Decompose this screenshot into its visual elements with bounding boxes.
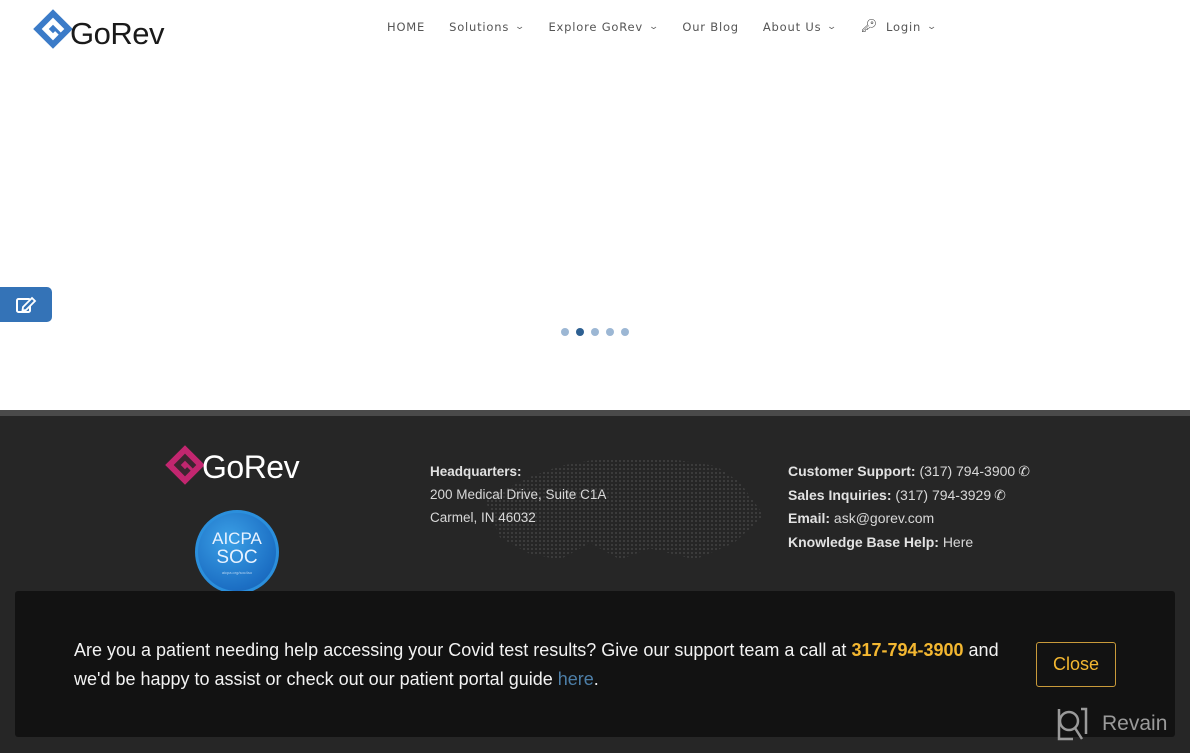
sales-phone[interactable]: (317) 794-3929: [895, 487, 991, 503]
chevron-down-icon: ⌄: [926, 21, 939, 32]
logo-text: GoRev: [70, 16, 164, 51]
banner-message: Are you a patient needing help accessing…: [74, 636, 1004, 694]
close-button[interactable]: Close: [1036, 642, 1116, 687]
gorev-logo-icon: [165, 444, 205, 485]
nav-login[interactable]: 🔑︎ Login ⌄: [861, 19, 937, 34]
customer-support-row: Customer Support: (317) 794-3900 ✆: [788, 460, 1030, 484]
nav-blog-label: Our Blog: [682, 19, 739, 34]
carousel-dot[interactable]: [561, 328, 569, 336]
nav-solutions[interactable]: Solutions ⌄: [449, 19, 527, 34]
banner-text-end: .: [593, 669, 599, 689]
email-row: Email: ask@gorev.com: [788, 507, 1030, 531]
carousel-dot[interactable]: [621, 328, 629, 336]
kb-link[interactable]: Here: [943, 534, 973, 550]
badge-line2: SOC: [216, 546, 258, 568]
contact-block: Customer Support: (317) 794-3900 ✆ Sales …: [788, 460, 1030, 554]
sales-label: Sales Inquiries:: [788, 486, 892, 503]
hero-slider: [0, 60, 1190, 410]
main-nav: HOME Solutions ⌄ Explore GoRev ⌄ Our Blog …: [387, 19, 960, 34]
banner-phone[interactable]: 317-794-3900: [851, 640, 963, 660]
patient-portal-guide-link[interactable]: here: [558, 669, 594, 689]
nav-about-us[interactable]: About Us ⌄: [763, 20, 837, 34]
hq-label: Headquarters:: [430, 464, 522, 479]
badge-line1: AICPA: [212, 528, 262, 548]
nav-home-label: HOME: [387, 19, 426, 34]
knowledge-base-row: Knowledge Base Help: Here: [788, 531, 1030, 555]
carousel-dot[interactable]: [591, 328, 599, 336]
gorev-logo-icon: [33, 9, 73, 49]
nav-about-label: About Us: [762, 19, 822, 34]
revain-logo-icon: [1057, 707, 1088, 741]
footer-logo[interactable]: GoRev: [165, 443, 300, 486]
chevron-down-icon: ⌄: [514, 21, 527, 32]
headquarters-block: Headquarters: 200 Medical Drive, Suite C…: [430, 460, 606, 529]
revain-watermark: Revain: [1055, 706, 1167, 742]
header: GoRev HOME Solutions ⌄ Explore GoRev ⌄ Our…: [0, 0, 1190, 60]
logo[interactable]: GoRev: [33, 6, 164, 52]
carousel-dot[interactable]: [606, 328, 614, 336]
hq-address-line1: 200 Medical Drive, Suite C1A: [430, 487, 607, 502]
chevron-down-icon: ⌄: [648, 21, 661, 32]
nav-home[interactable]: HOME: [387, 20, 425, 34]
support-label: Customer Support:: [788, 463, 916, 479]
footer-logo-text: GoRev: [202, 449, 300, 485]
carousel-dots: [561, 328, 636, 336]
feedback-button[interactable]: [0, 287, 52, 322]
carousel-dot-active[interactable]: [576, 328, 584, 336]
page: GoRev HOME Solutions ⌄ Explore GoRev ⌄ Our…: [0, 0, 1190, 753]
email-label: Email:: [788, 510, 831, 526]
email-link[interactable]: ask@gorev.com: [834, 510, 934, 526]
aicpa-soc-badge[interactable]: AICPA SOC aicpa.org/soc4so: [195, 510, 279, 594]
covid-notice-banner: Are you a patient needing help accessing…: [15, 591, 1175, 737]
hq-address-line2: Carmel, IN 46032: [430, 510, 536, 525]
phone-outgoing-icon[interactable]: ✆: [994, 487, 1006, 503]
chevron-down-icon: ⌄: [826, 21, 839, 32]
key-icon: 🔑︎: [860, 19, 879, 34]
edit-icon: [16, 296, 37, 313]
nav-login-label: Login: [886, 19, 922, 34]
nav-explore-gorev[interactable]: Explore GoRev ⌄: [548, 20, 658, 34]
revain-text: Revain: [1102, 712, 1168, 735]
nav-our-blog[interactable]: Our Blog: [682, 20, 739, 34]
badge-line3: aicpa.org/soc4so: [221, 569, 253, 575]
nav-explore-label: Explore GoRev: [548, 19, 643, 34]
sales-inquiries-row: Sales Inquiries: (317) 794-3929 ✆: [788, 484, 1030, 508]
support-phone[interactable]: (317) 794-3900: [919, 463, 1015, 479]
phone-outgoing-icon[interactable]: ✆: [1018, 463, 1030, 479]
banner-text-part1: Are you a patient needing help accessing…: [74, 640, 852, 660]
kb-label: Knowledge Base Help:: [788, 533, 939, 550]
nav-solutions-label: Solutions: [449, 19, 510, 34]
